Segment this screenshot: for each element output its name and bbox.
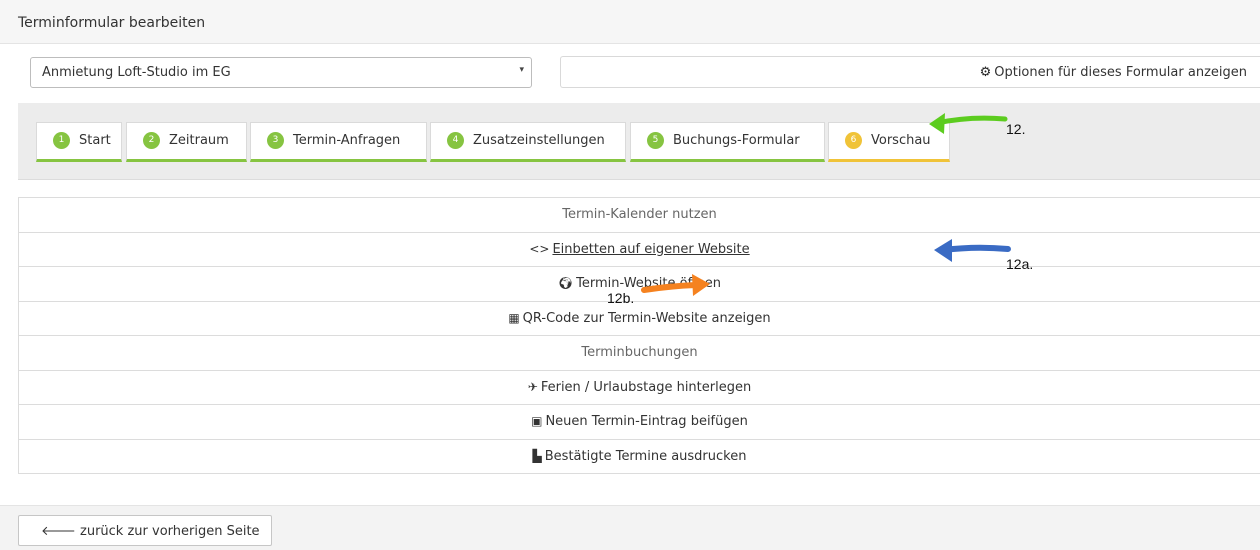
form-options-label: Optionen für dieses Formular anzeigen [994, 65, 1247, 80]
qr-code-icon: ▦ [508, 310, 520, 325]
page-header: Terminformular bearbeiten [0, 0, 1260, 44]
holidays-label: Ferien / Urlaubstage hinterlegen [540, 379, 752, 395]
tab-label: Buchungs-Formular [673, 133, 800, 148]
wizard-tabs-panel: 1 Start 2 Zeitraum 3 Termin-Anfragen 4 Zusat… [18, 103, 1260, 180]
chevron-down-icon: ▾ [519, 65, 524, 75]
annotation-arrow-blue [934, 239, 1011, 262]
embed-website-link[interactable]: <> Einbetten auf eigener Website [19, 233, 1260, 267]
tab-label: Vorschau [871, 133, 931, 148]
tab-zeitraum[interactable]: 2 Zeitraum [126, 122, 247, 162]
annotation-label-12a: 12a. [1006, 256, 1034, 272]
section-heading-calendar: Termin-Kalender nutzen [19, 198, 1260, 233]
tab-label: Start [79, 133, 111, 148]
print-bookings-label: Bestätigte Termine ausdrucken [544, 448, 747, 464]
globe-icon: 🌍︎ [557, 276, 574, 290]
step-badge: 2 [143, 132, 160, 149]
step-badge: 1 [53, 132, 70, 149]
back-button-label: zurück zur vorherigen Seite [80, 524, 260, 539]
step-badge: 3 [267, 132, 284, 149]
step-badge: 5 [647, 132, 664, 149]
form-select[interactable]: Anmietung Loft-Studio im EG ▾ [30, 57, 532, 88]
back-button[interactable]: 🡐 zurück zur vorherigen Seite [18, 515, 272, 546]
annotation-arrow-blue-head [934, 239, 952, 262]
annotation-arrow-green-shaft [934, 115, 1008, 126]
page-title: Terminformular bearbeiten [18, 15, 206, 31]
code-icon: <> [529, 241, 550, 256]
tab-start[interactable]: 1 Start [36, 122, 122, 162]
show-qr-code-link[interactable]: ▦ QR-Code zur Termin-Website anzeigen [19, 302, 1260, 336]
gear-icon: ⚙ [979, 65, 992, 80]
tab-label: Zeitraum [169, 133, 229, 148]
new-entry-link[interactable]: ▣ Neuen Termin-Eintrag beifügen [19, 405, 1260, 440]
calendar-add-icon: ▣ [531, 414, 543, 428]
annotation-arrow-green-head [929, 113, 945, 134]
section-heading-label: Termin-Kalender nutzen [562, 207, 717, 222]
tab-buchungs-formular[interactable]: 5 Buchungs-Formular [630, 122, 825, 162]
annotation-arrow-blue-shaft [941, 244, 1011, 253]
tab-termin-anfragen[interactable]: 3 Termin-Anfragen [250, 122, 427, 162]
print-bookings-link[interactable]: ▙ Bestätigte Termine ausdrucken [19, 440, 1260, 474]
page-footer: 🡐 zurück zur vorherigen Seite [0, 505, 1260, 550]
print-icon: ▙ [532, 448, 542, 463]
annotation-arrow-orange-head [692, 274, 710, 296]
annotation-arrow-orange-shaft [641, 282, 699, 293]
airplane-icon: ✈︎ [527, 379, 538, 394]
arrow-left-icon: 🡐 [41, 524, 76, 539]
tab-label: Zusatzeinstellungen [473, 133, 605, 148]
section-heading-label: Terminbuchungen [581, 345, 698, 360]
annotation-label-12: 12. [1006, 121, 1026, 137]
tab-label: Termin-Anfragen [293, 133, 401, 148]
qr-code-label: QR-Code zur Termin-Website anzeigen [522, 310, 771, 326]
annotation-arrow-green [929, 113, 1008, 134]
annotation-label-12b: 12b. [607, 290, 635, 306]
step-badge: 6 [845, 132, 862, 149]
embed-website-label: Einbetten auf eigener Website [552, 241, 750, 257]
section-heading-bookings: Terminbuchungen [19, 336, 1260, 371]
form-options-button[interactable]: ⚙ Optionen für dieses Formular anzeigen [560, 56, 1260, 88]
action-list: Termin-Kalender nutzen <> Einbetten auf e… [18, 197, 1260, 474]
form-select-value: Anmietung Loft-Studio im EG [42, 65, 231, 80]
annotation-arrow-orange [641, 274, 710, 296]
holidays-link[interactable]: ✈︎ Ferien / Urlaubstage hinterlegen [19, 371, 1260, 405]
step-badge: 4 [447, 132, 464, 149]
tab-zusatzeinstellungen[interactable]: 4 Zusatzeinstellungen [430, 122, 626, 162]
new-entry-label: Neuen Termin-Eintrag beifügen [545, 414, 748, 429]
